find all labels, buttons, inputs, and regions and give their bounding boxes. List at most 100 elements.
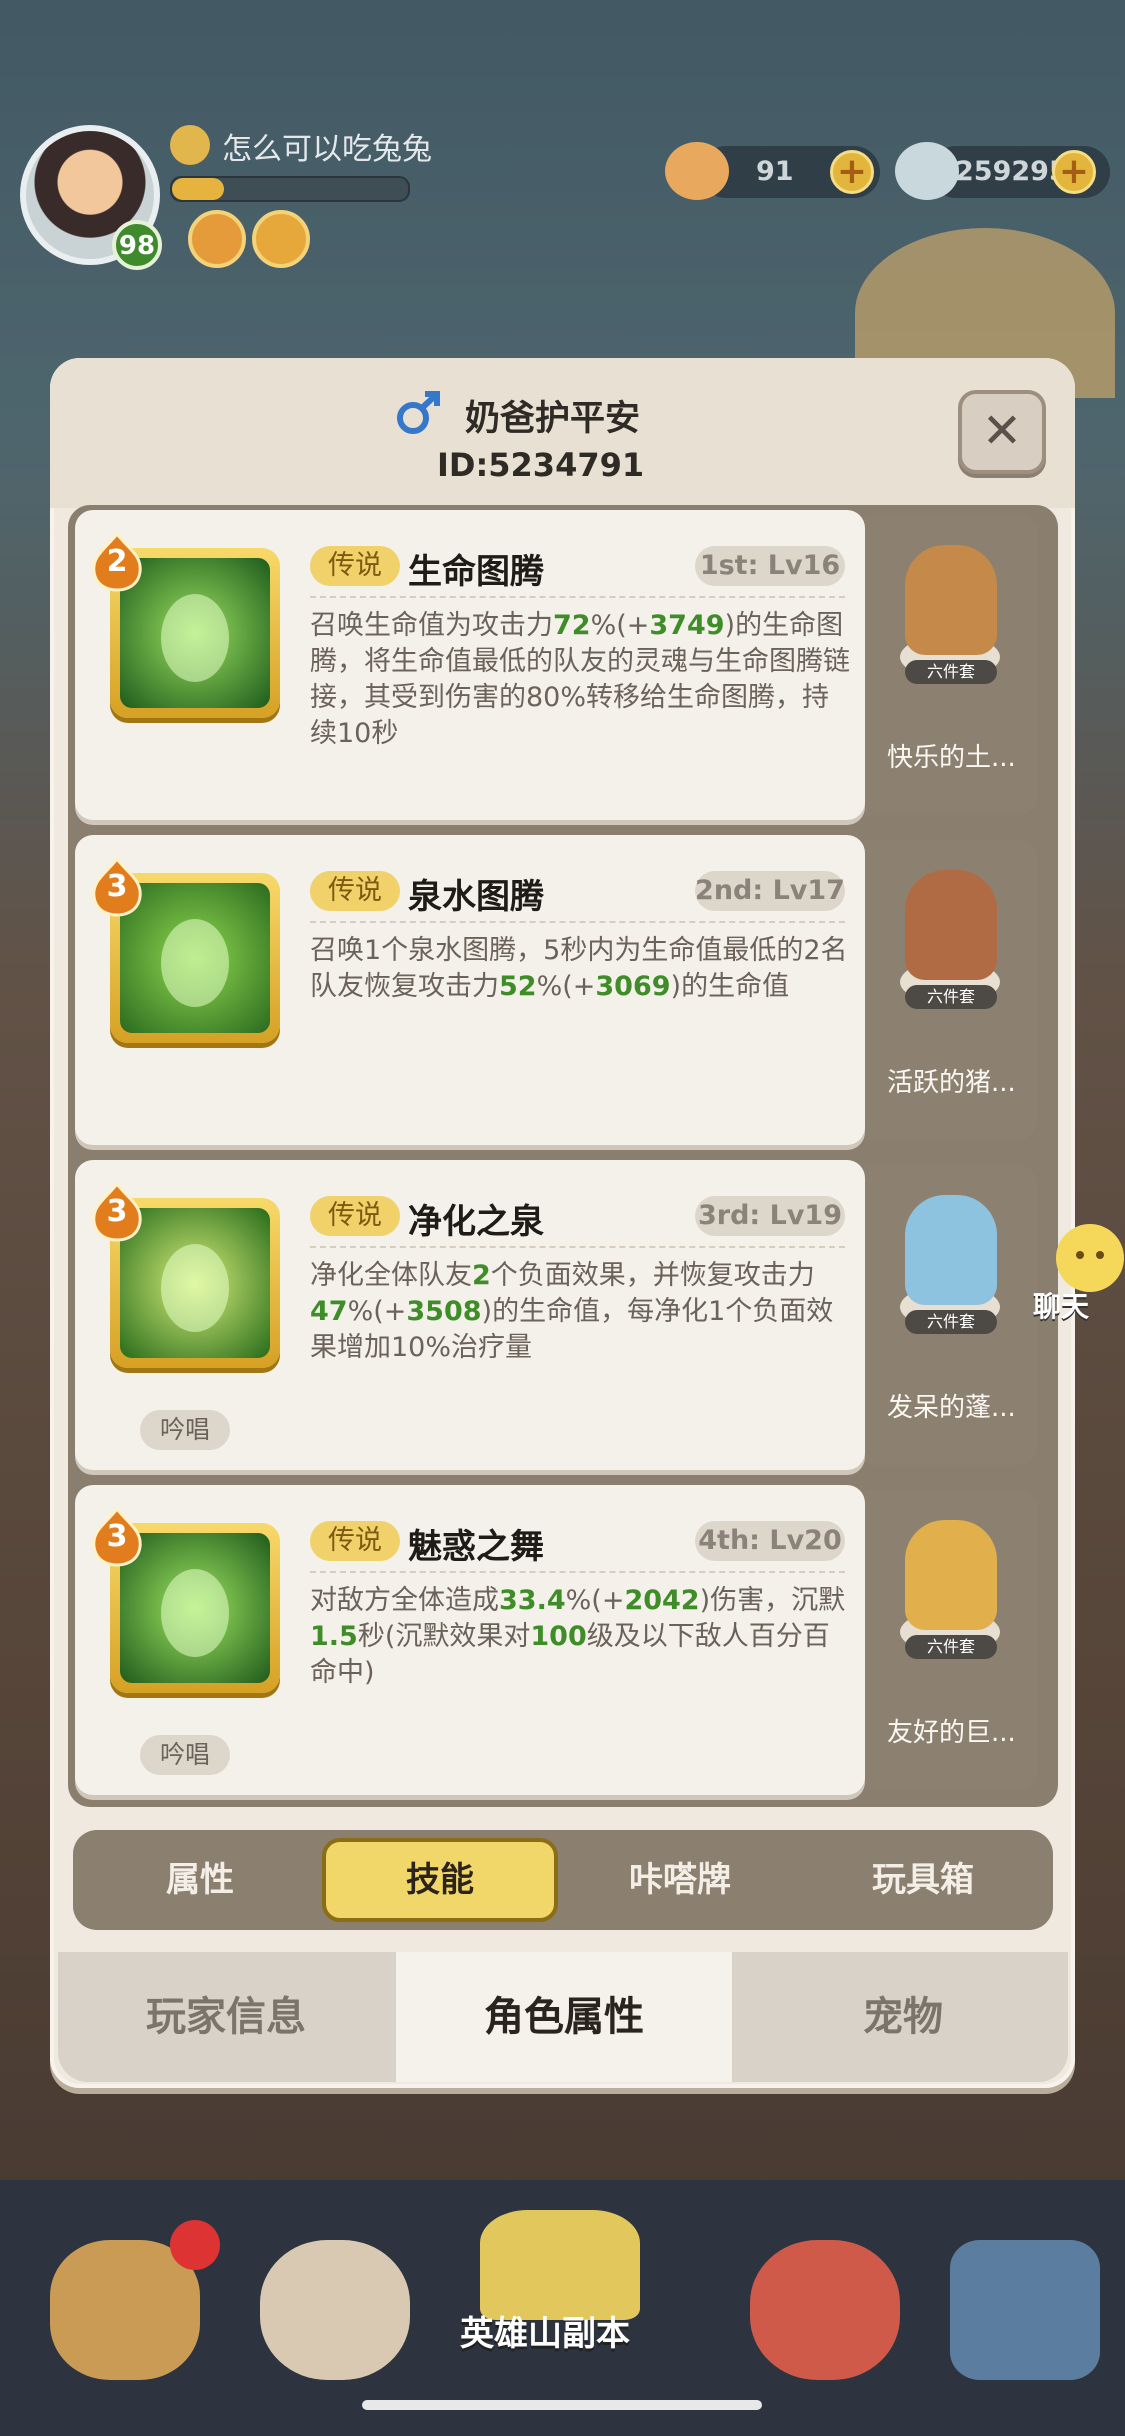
figure-slot[interactable]: 六件套 快乐的土... bbox=[865, 515, 1037, 815]
divider bbox=[310, 1246, 845, 1248]
buff-icon[interactable] bbox=[252, 210, 310, 268]
skill-rank-badge: 3rd: Lv19 bbox=[695, 1196, 845, 1236]
skill-name: 泉水图腾 bbox=[408, 877, 544, 917]
skill-rank-badge: 2nd: Lv17 bbox=[695, 871, 845, 911]
skill-desc-text: 召唤生命值为攻击力 bbox=[310, 610, 553, 641]
dazed-figure-icon bbox=[905, 1195, 997, 1305]
figure-slot[interactable]: 六件套 友好的巨... bbox=[865, 1490, 1037, 1790]
skill-name: 生命图腾 bbox=[408, 552, 544, 592]
emote-face-icon bbox=[170, 125, 210, 165]
skill-desc-text: %(+ bbox=[590, 610, 650, 641]
set-tag: 六件套 bbox=[905, 985, 997, 1009]
skill-value: 1.5 bbox=[310, 1621, 358, 1652]
figure-name: 快乐的土... bbox=[887, 743, 1016, 773]
owner-id: ID:5234791 bbox=[437, 446, 645, 484]
chant-tag: 吟唱 bbox=[140, 1410, 230, 1450]
skill-description: 召唤生命值为攻击力72%(+3749)的生命图腾，将生命值最低的队友的灵魂与生命… bbox=[310, 608, 850, 752]
skill-value: 2042 bbox=[624, 1585, 700, 1616]
chat-label[interactable]: 聊天 bbox=[1033, 1285, 1089, 1325]
figure-name: 活跃的猪... bbox=[887, 1068, 1016, 1098]
skill-card[interactable]: 3 传说 泉水图腾 2nd: Lv17 召唤1个泉水图腾，5秒内为生命值最低的2… bbox=[75, 835, 865, 1145]
add-currency-button[interactable]: + bbox=[830, 150, 874, 194]
add-currency-button[interactable]: + bbox=[1052, 150, 1096, 194]
active-boar-figure-icon bbox=[905, 870, 997, 980]
rarity-tag: 传说 bbox=[310, 1196, 400, 1236]
figure-name: 发呆的蓬... bbox=[887, 1393, 1016, 1423]
skill-rank-badge: 4th: Lv20 bbox=[695, 1521, 845, 1561]
notification-bell-icon bbox=[170, 2220, 220, 2270]
skill-value: 2 bbox=[472, 1260, 491, 1291]
star-level-badge: 3 bbox=[90, 1181, 144, 1242]
set-tag: 六件套 bbox=[905, 1635, 997, 1659]
star-level-badge: 2 bbox=[90, 531, 144, 592]
currency-value: 91 bbox=[756, 156, 794, 187]
skill-rank-badge: 1st: Lv16 bbox=[695, 546, 845, 586]
skill-value: 52 bbox=[499, 971, 537, 1002]
tab-attributes[interactable]: 属性 bbox=[82, 1838, 318, 1922]
xp-bar-fill bbox=[172, 178, 224, 200]
tab-character-attributes[interactable]: 角色属性 bbox=[396, 1952, 732, 2082]
skill-value: 47 bbox=[310, 1296, 348, 1327]
divider bbox=[310, 921, 845, 923]
figure-slot[interactable]: 六件套 发呆的蓬... bbox=[865, 1165, 1037, 1465]
skill-desc-text: %(+ bbox=[347, 1296, 407, 1327]
figure-name: 友好的巨... bbox=[887, 1718, 1016, 1748]
skill-desc-text: 对敌方全体造成 bbox=[310, 1585, 499, 1616]
happy-earth-figure-icon bbox=[905, 545, 997, 655]
skill-card[interactable]: 3 传说 净化之泉 3rd: Lv19 净化全体队友2个负面效果，并恢复攻击力 4… bbox=[75, 1160, 865, 1470]
buff-icon[interactable] bbox=[188, 210, 246, 268]
skill-description: 对敌方全体造成33.4%(+2042)伤害，沉默1.5秒(沉默效果对100级及以… bbox=[310, 1583, 850, 1691]
skill-value: 3508 bbox=[406, 1296, 482, 1327]
tab-pets[interactable]: 宠物 bbox=[735, 1952, 1071, 2082]
owner-name: 奶爸护平安 bbox=[465, 399, 641, 439]
skill-desc-text: %(+ bbox=[565, 1585, 625, 1616]
skill-value: 72 bbox=[553, 610, 591, 641]
friendly-giant-figure-icon bbox=[905, 1520, 997, 1630]
tab-toybox[interactable]: 玩具箱 bbox=[805, 1838, 1041, 1922]
tab-cards[interactable]: 咔嗒牌 bbox=[562, 1838, 798, 1922]
star-level-badge: 3 bbox=[90, 1506, 144, 1567]
skill-value: 3069 bbox=[595, 971, 671, 1002]
tab-player-info[interactable]: 玩家信息 bbox=[58, 1952, 394, 2082]
divider bbox=[310, 596, 845, 598]
set-tag: 六件套 bbox=[905, 1310, 997, 1334]
skill-name: 魅惑之舞 bbox=[408, 1527, 544, 1567]
nav-item-pet[interactable] bbox=[720, 2200, 920, 2410]
skill-name: 净化之泉 bbox=[408, 1202, 544, 1242]
skill-desc-text: 净化全体队友 bbox=[310, 1260, 472, 1291]
rarity-tag: 传说 bbox=[310, 1521, 400, 1561]
skill-desc-text: 秒(沉默效果对 bbox=[357, 1621, 531, 1652]
male-symbol-icon bbox=[397, 391, 440, 434]
nav-item-hero-mountain[interactable] bbox=[460, 2200, 660, 2410]
chant-tag: 吟唱 bbox=[140, 1735, 230, 1775]
nav-item-portal[interactable] bbox=[920, 2200, 1120, 2410]
close-button[interactable]: ✕ bbox=[958, 390, 1046, 474]
skill-description: 召唤1个泉水图腾，5秒内为生命值最低的2名队友恢复攻击力52%(+3069)的生… bbox=[310, 933, 850, 1005]
pearl-currency-icon bbox=[895, 142, 959, 200]
nav-label-hero-mountain: 英雄山副本 bbox=[460, 2314, 630, 2354]
rarity-tag: 传说 bbox=[310, 546, 400, 586]
tab-skills[interactable]: 技能 bbox=[322, 1838, 558, 1922]
player-name: 怎么可以吃兔兔 bbox=[222, 132, 432, 167]
rarity-tag: 传说 bbox=[310, 871, 400, 911]
skill-desc-text: )伤害，沉默 bbox=[699, 1585, 846, 1616]
star-level-badge: 3 bbox=[90, 856, 144, 917]
currency-value: 259295 bbox=[955, 156, 1068, 187]
figure-slot[interactable]: 六件套 活跃的猪... bbox=[865, 840, 1037, 1140]
set-tag: 六件套 bbox=[905, 660, 997, 684]
skill-description: 净化全体队友2个负面效果，并恢复攻击力47%(+3508)的生命值，每净化1个负… bbox=[310, 1258, 850, 1366]
skill-value: 3749 bbox=[649, 610, 725, 641]
home-indicator[interactable] bbox=[362, 2400, 762, 2410]
nav-item-hero[interactable] bbox=[240, 2200, 440, 2410]
skill-desc-text: %(+ bbox=[536, 971, 596, 1002]
skill-desc-text: )的生命值 bbox=[670, 971, 790, 1002]
skill-card[interactable]: 2 传说 生命图腾 1st: Lv16 召唤生命值为攻击力72%(+3749)的… bbox=[75, 510, 865, 820]
divider bbox=[310, 1571, 845, 1573]
skill-card[interactable]: 3 传说 魅惑之舞 4th: Lv20 对敌方全体造成33.4%(+2042)伤… bbox=[75, 1485, 865, 1795]
skill-value: 33.4 bbox=[499, 1585, 566, 1616]
player-level-badge: 98 bbox=[112, 220, 162, 270]
shell-currency-icon bbox=[665, 142, 729, 200]
skill-desc-text: 个负面效果，并恢复攻击力 bbox=[490, 1260, 815, 1291]
skill-value: 100 bbox=[530, 1621, 587, 1652]
nav-item-tribe[interactable] bbox=[30, 2200, 230, 2410]
